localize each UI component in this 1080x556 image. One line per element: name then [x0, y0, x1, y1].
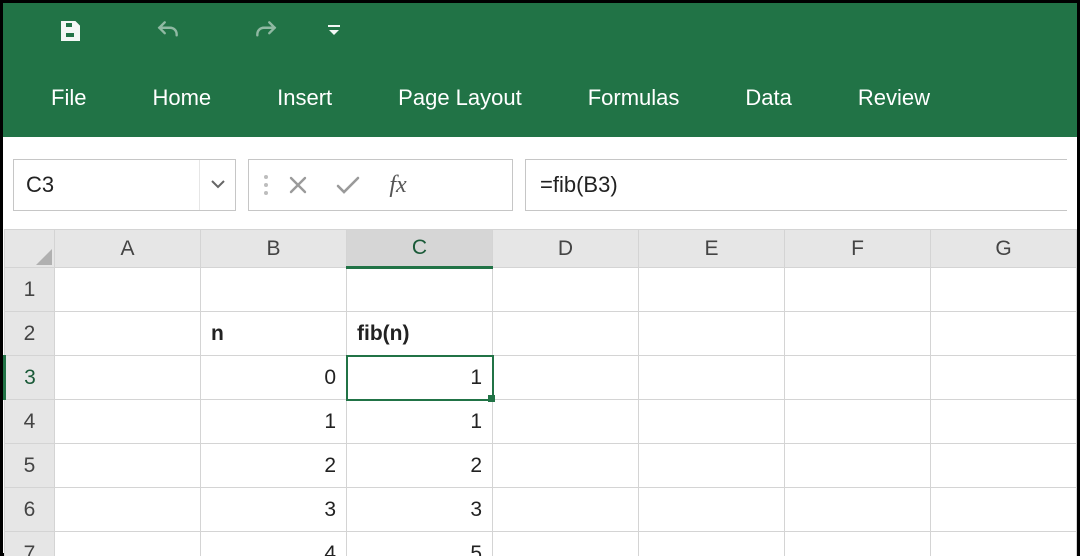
tab-data[interactable]: Data: [743, 79, 793, 117]
cell[interactable]: [55, 356, 201, 400]
tab-review[interactable]: Review: [856, 79, 932, 117]
cell[interactable]: [55, 444, 201, 488]
cell[interactable]: [639, 268, 785, 312]
col-header-F[interactable]: F: [785, 230, 931, 268]
col-header-D[interactable]: D: [493, 230, 639, 268]
ribbon-tabs: File Home Insert Page Layout Formulas Da…: [3, 59, 1077, 137]
col-header-G[interactable]: G: [931, 230, 1077, 268]
cell[interactable]: fib(n): [347, 312, 493, 356]
row-header-2[interactable]: 2: [5, 312, 55, 356]
col-header-A[interactable]: A: [55, 230, 201, 268]
cell[interactable]: [785, 400, 931, 444]
cell[interactable]: 4: [201, 532, 347, 556]
cell[interactable]: [785, 312, 931, 356]
row-header-5[interactable]: 5: [5, 444, 55, 488]
cell[interactable]: n: [201, 312, 347, 356]
cell[interactable]: [785, 268, 931, 312]
cell[interactable]: [931, 444, 1077, 488]
cell[interactable]: 1: [201, 400, 347, 444]
cell[interactable]: 3: [347, 488, 493, 532]
tab-page-layout[interactable]: Page Layout: [396, 79, 524, 117]
cell[interactable]: [931, 400, 1077, 444]
cell[interactable]: [639, 444, 785, 488]
cell[interactable]: 0: [201, 356, 347, 400]
tab-insert[interactable]: Insert: [275, 79, 334, 117]
name-box-dropdown-icon[interactable]: [199, 160, 235, 210]
cell[interactable]: [347, 268, 493, 312]
cell[interactable]: [493, 400, 639, 444]
table-row: 4 1 1: [5, 400, 1077, 444]
row-header-1[interactable]: 1: [5, 268, 55, 312]
cell[interactable]: 2: [347, 444, 493, 488]
cell[interactable]: [931, 488, 1077, 532]
cell[interactable]: 5: [347, 532, 493, 556]
name-box[interactable]: C3: [13, 159, 236, 211]
formula-bar-buttons: fx: [248, 159, 513, 211]
formula-bar-row: C3 fx =fib(B3): [13, 159, 1067, 211]
cell[interactable]: [931, 268, 1077, 312]
row-header-7[interactable]: 7: [5, 532, 55, 556]
cell[interactable]: [201, 268, 347, 312]
cell[interactable]: [55, 532, 201, 556]
cancel-button[interactable]: [273, 160, 323, 210]
cell[interactable]: [785, 444, 931, 488]
quick-access-toolbar: [3, 3, 1077, 59]
cell[interactable]: 2: [201, 444, 347, 488]
cell[interactable]: [493, 312, 639, 356]
cell[interactable]: 1: [347, 400, 493, 444]
col-header-C[interactable]: C: [347, 230, 493, 268]
row-header-4[interactable]: 4: [5, 400, 55, 444]
table-row: 7 4 5: [5, 532, 1077, 556]
cell[interactable]: 3: [201, 488, 347, 532]
cell[interactable]: [639, 312, 785, 356]
cell[interactable]: [493, 268, 639, 312]
tab-file[interactable]: File: [49, 79, 88, 117]
ribbon: File Home Insert Page Layout Formulas Da…: [3, 3, 1077, 137]
cell[interactable]: [785, 488, 931, 532]
cell[interactable]: [639, 400, 785, 444]
cell[interactable]: [493, 444, 639, 488]
tab-home[interactable]: Home: [150, 79, 213, 117]
cell[interactable]: [931, 312, 1077, 356]
table-row: 1: [5, 268, 1077, 312]
col-header-B[interactable]: B: [201, 230, 347, 268]
insert-function-button[interactable]: fx: [373, 160, 423, 210]
cell[interactable]: [493, 356, 639, 400]
cell[interactable]: [493, 532, 639, 556]
cell[interactable]: [639, 488, 785, 532]
row-header-3[interactable]: 3: [5, 356, 55, 400]
save-icon[interactable]: [57, 18, 83, 44]
name-box-value: C3: [14, 172, 199, 198]
cell[interactable]: [931, 356, 1077, 400]
col-header-E[interactable]: E: [639, 230, 785, 268]
undo-icon[interactable]: [155, 18, 181, 44]
redo-icon[interactable]: [253, 18, 279, 44]
customize-qat-icon[interactable]: [321, 18, 347, 44]
row-header-6[interactable]: 6: [5, 488, 55, 532]
cell[interactable]: [931, 532, 1077, 556]
cell[interactable]: [639, 356, 785, 400]
cell[interactable]: [55, 268, 201, 312]
enter-button[interactable]: [323, 160, 373, 210]
cell[interactable]: [493, 488, 639, 532]
formula-text: =fib(B3): [540, 172, 618, 198]
select-all-corner[interactable]: [5, 230, 55, 268]
cell[interactable]: [639, 532, 785, 556]
cell[interactable]: [55, 488, 201, 532]
vertical-dots-icon: [259, 172, 273, 198]
cell-selected[interactable]: 1: [347, 356, 493, 400]
tab-formulas[interactable]: Formulas: [586, 79, 682, 117]
table-row: 3 0 1: [5, 356, 1077, 400]
formula-input[interactable]: =fib(B3): [525, 159, 1067, 211]
table-row: 6 3 3: [5, 488, 1077, 532]
table-row: 5 2 2: [5, 444, 1077, 488]
spreadsheet-grid: A B C D E F G 1 2 n fib(n): [3, 229, 1077, 556]
cell[interactable]: [785, 356, 931, 400]
cell[interactable]: [55, 312, 201, 356]
cell[interactable]: [785, 532, 931, 556]
cell[interactable]: [55, 400, 201, 444]
table-row: 2 n fib(n): [5, 312, 1077, 356]
